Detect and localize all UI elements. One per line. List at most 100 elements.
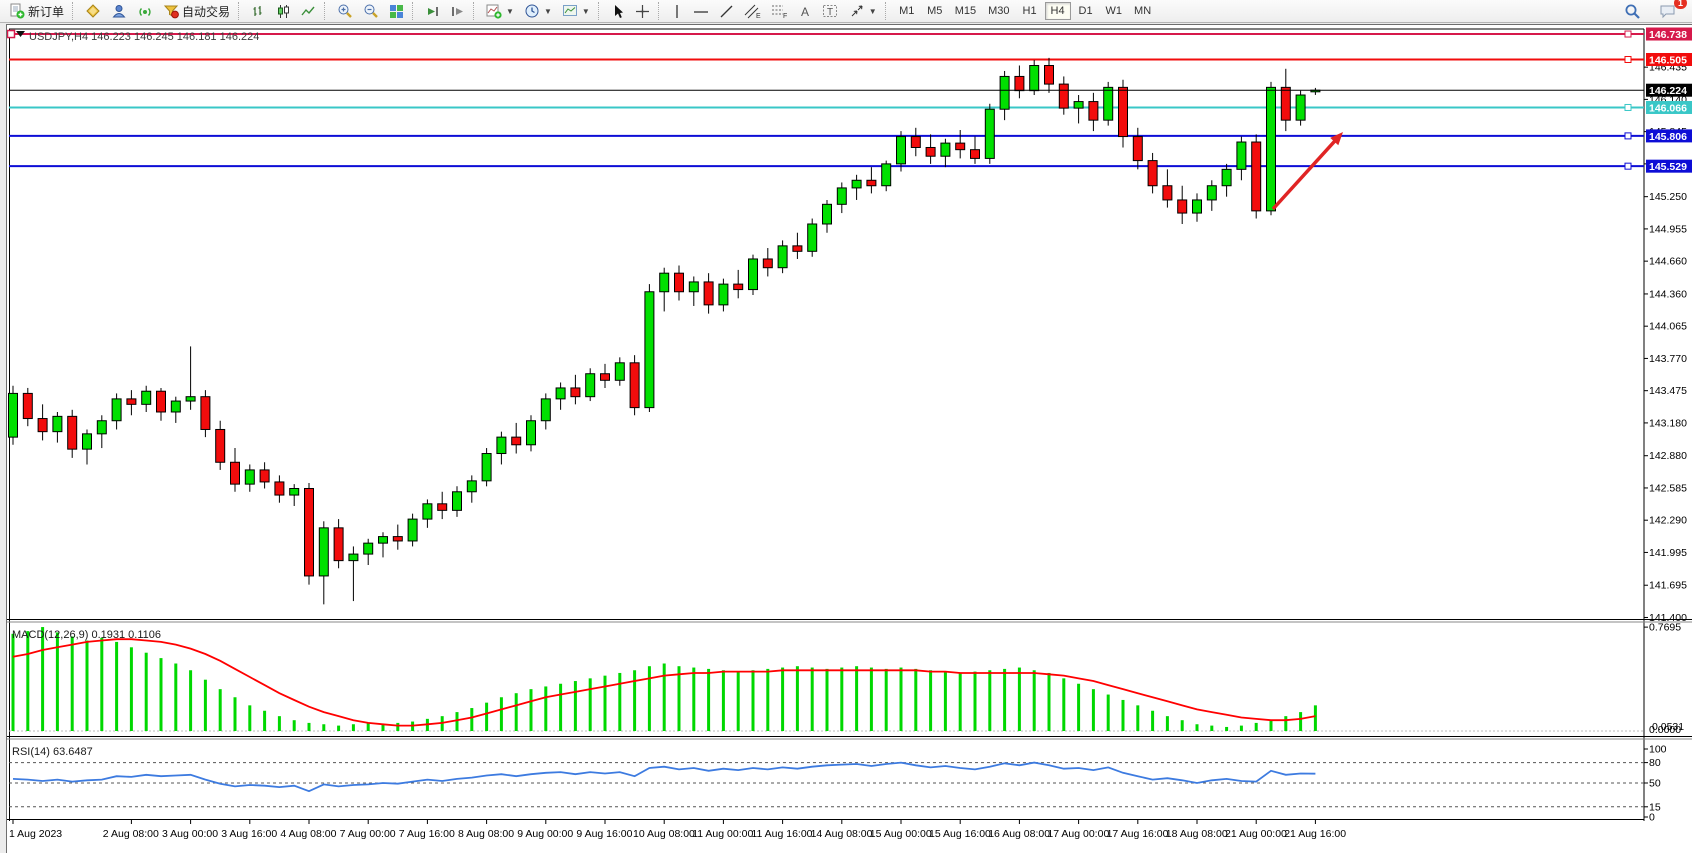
vertical-line-button[interactable] [666, 1, 688, 21]
text-label-button[interactable]: T [817, 1, 844, 21]
tf-button-M30[interactable]: M30 [983, 2, 1014, 20]
line-chart-button[interactable] [296, 1, 321, 21]
metaeditor-icon [85, 3, 101, 19]
search-button[interactable] [1619, 1, 1646, 21]
tf-button-D1[interactable]: D1 [1073, 2, 1099, 20]
svg-text:3 Aug 16:00: 3 Aug 16:00 [221, 828, 277, 840]
auto-trading-icon [163, 3, 179, 19]
signals-icon [137, 3, 153, 19]
tile-windows-button[interactable] [384, 1, 409, 21]
chart-canvas[interactable]: 146.435146.140145.845145.550145.250144.9… [7, 25, 1692, 853]
date-axis: 1 Aug 20232 Aug 08:003 Aug 00:003 Aug 16… [9, 820, 1346, 841]
line-handle[interactable] [1625, 56, 1631, 62]
arrow-annotation[interactable] [1273, 132, 1343, 209]
rsi-panel: 1008050150 [9, 744, 1667, 824]
macd-panel: 0.76950.00000.0531 [9, 622, 1684, 736]
auto-scroll-button[interactable] [420, 1, 445, 21]
signals-button[interactable] [132, 1, 158, 21]
text-button[interactable]: A [793, 1, 817, 21]
bar-chart-button[interactable] [246, 1, 271, 21]
zoom-in-icon [337, 3, 353, 19]
svg-text:142.880: 142.880 [1649, 450, 1687, 462]
tf-button-W1[interactable]: W1 [1101, 2, 1128, 20]
auto-trading-label: 自动交易 [182, 3, 230, 20]
rsi-label: RSI(14) 63.6487 [12, 746, 93, 758]
chart-symbol-title: USDJPY,H4 146.223 146.245 146.181 146.22… [29, 31, 259, 43]
macd-label: MACD(12,26,9) 0.1931 0.1106 [12, 629, 161, 641]
tf-button-M15[interactable]: M15 [950, 2, 981, 20]
svg-text:141.695: 141.695 [1649, 580, 1687, 592]
svg-text:146.738: 146.738 [1649, 29, 1687, 41]
templates-button[interactable]: ▼ [557, 1, 595, 21]
tf-button-M1[interactable]: M1 [894, 2, 920, 20]
svg-text:17 Aug 00:00: 17 Aug 00:00 [1047, 828, 1109, 840]
crosshair-button[interactable] [630, 1, 655, 21]
chart-shift-button[interactable] [445, 1, 470, 21]
fibonacci-button[interactable]: F [766, 1, 793, 21]
svg-text:143.770: 143.770 [1649, 353, 1687, 365]
periods-button[interactable]: ▼ [519, 1, 557, 21]
svg-text:0: 0 [1649, 812, 1655, 824]
notifications-button[interactable]: 1 [1654, 1, 1682, 21]
bar-chart-icon [251, 4, 266, 19]
community-icon [111, 3, 127, 19]
line-handle[interactable] [1625, 104, 1631, 110]
line-handle[interactable] [1625, 31, 1631, 37]
svg-text:80: 80 [1649, 757, 1661, 769]
svg-text:11 Aug 00:00: 11 Aug 00:00 [692, 828, 753, 840]
svg-text:142.585: 142.585 [1649, 482, 1687, 494]
fibonacci-icon: F [771, 3, 788, 19]
chart-window[interactable]: 146.435146.140145.845145.550145.250144.9… [6, 24, 1692, 853]
new-order-label: 新订单 [28, 3, 64, 20]
svg-text:145.529: 145.529 [1649, 161, 1687, 173]
new-order-button[interactable]: 新订单 [4, 1, 69, 21]
line-handle[interactable] [1625, 163, 1631, 169]
community-button[interactable] [106, 1, 132, 21]
line-handle[interactable] [1625, 133, 1631, 139]
panel-separators[interactable] [7, 620, 1692, 820]
toolbar-separator [324, 2, 329, 20]
svg-text:0.0531: 0.0531 [1652, 721, 1684, 733]
svg-text:16 Aug 08:00: 16 Aug 08:00 [988, 828, 1050, 840]
tf-button-MN[interactable]: MN [1129, 2, 1156, 20]
tf-button-H1[interactable]: H1 [1017, 2, 1043, 20]
new-order-icon [9, 3, 25, 19]
svg-text:21 Aug 16:00: 21 Aug 16:00 [1284, 828, 1346, 840]
svg-text:146.505: 146.505 [1649, 54, 1687, 66]
svg-text:A: A [801, 5, 809, 19]
arrows-caret: ▼ [869, 7, 877, 16]
svg-text:9 Aug 16:00: 9 Aug 16:00 [576, 828, 632, 840]
templates-icon [562, 3, 578, 19]
search-icon [1624, 3, 1641, 20]
tf-button-M5[interactable]: M5 [922, 2, 948, 20]
price-axis: 146.435146.140145.845145.550145.250144.9… [1644, 62, 1687, 624]
zoom-in-button[interactable] [332, 1, 358, 21]
zoom-out-button[interactable] [358, 1, 384, 21]
trendline-button[interactable] [714, 1, 739, 21]
toolbar-separator [598, 2, 603, 20]
tf-button-H4[interactable]: H4 [1045, 2, 1071, 20]
periods-caret: ▼ [544, 7, 552, 16]
indicators-icon [486, 3, 502, 19]
metaeditor-button[interactable] [80, 1, 106, 21]
indicators-button[interactable]: ▼ [481, 1, 519, 21]
crosshair-icon [635, 4, 650, 19]
svg-text:145.806: 145.806 [1649, 131, 1687, 143]
arrows-button[interactable]: ▼ [844, 1, 882, 21]
svg-text:146.066: 146.066 [1649, 102, 1687, 114]
svg-text:3 Aug 00:00: 3 Aug 00:00 [162, 828, 218, 840]
auto-trading-button[interactable]: 自动交易 [158, 1, 235, 21]
horizontal-line-button[interactable] [688, 1, 714, 21]
line-left-handle[interactable] [8, 31, 15, 38]
svg-text:18 Aug 08:00: 18 Aug 08:00 [1166, 828, 1228, 840]
toolbar-separator [412, 2, 417, 20]
toolbar-separator [658, 2, 663, 20]
indicators-caret: ▼ [506, 7, 514, 16]
price-level-lines[interactable] [8, 31, 1645, 170]
svg-text:144.955: 144.955 [1649, 223, 1687, 235]
cursor-button[interactable] [606, 1, 630, 21]
notification-badge: 1 [1674, 0, 1687, 9]
channel-button[interactable]: E [739, 1, 766, 21]
svg-text:2 Aug 08:00: 2 Aug 08:00 [103, 828, 159, 840]
candlestick-chart-button[interactable] [271, 1, 296, 21]
